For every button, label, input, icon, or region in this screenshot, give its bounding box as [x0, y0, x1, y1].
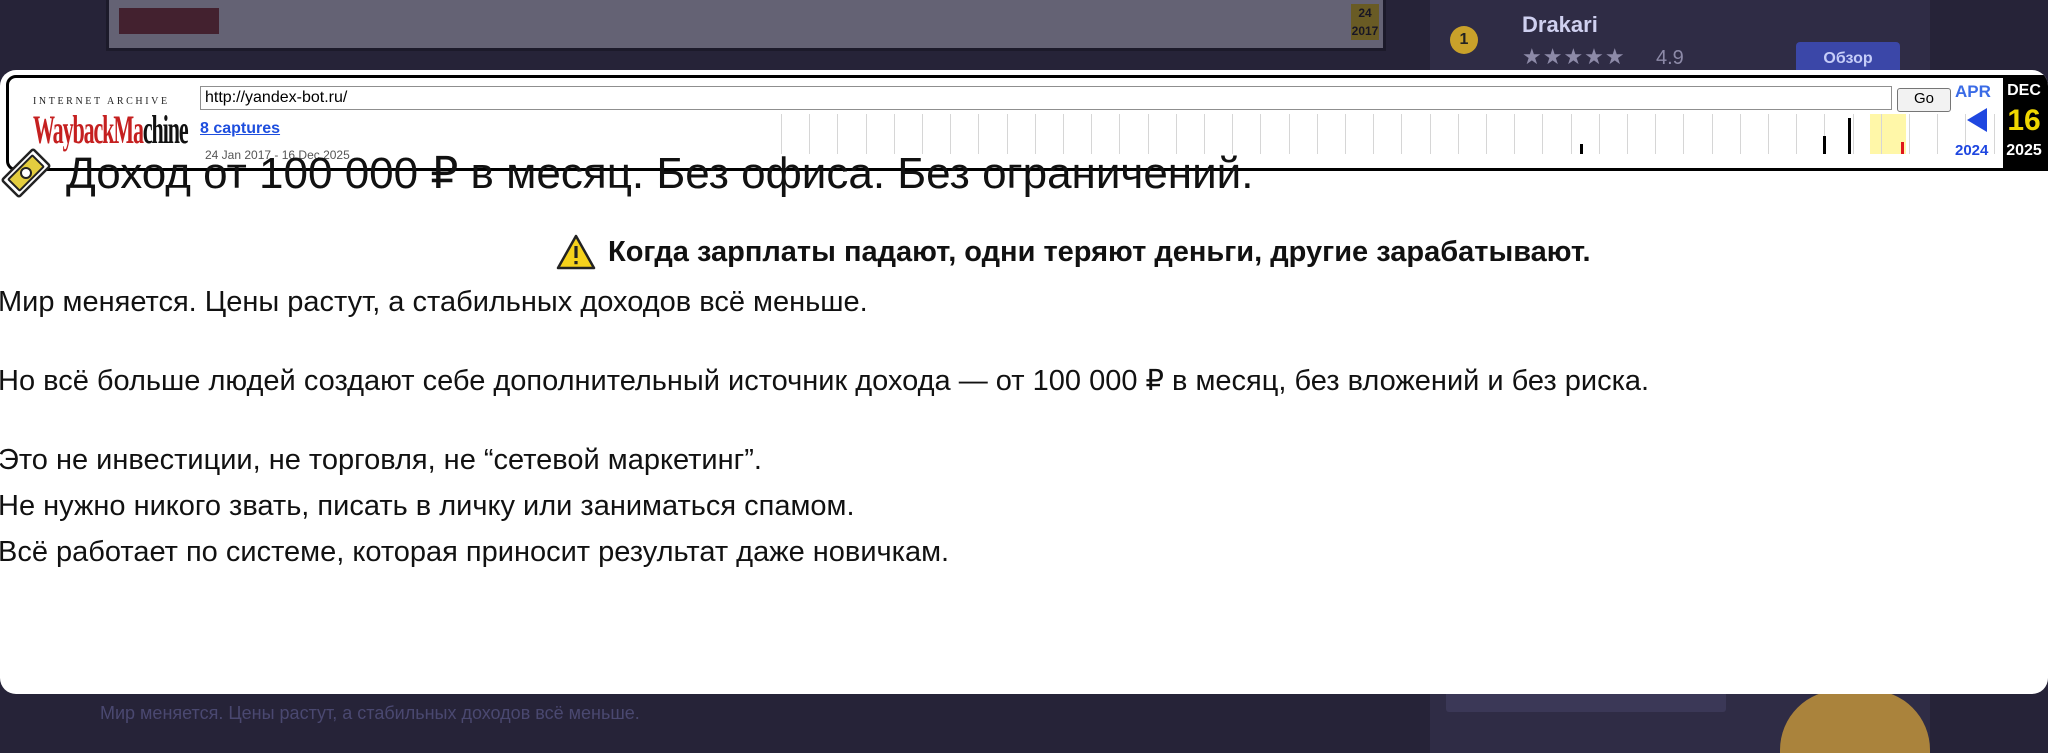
current-day: 16: [2007, 104, 2041, 137]
prev-capture-arrow-icon[interactable]: [1967, 108, 1987, 132]
timeline-capture-tick[interactable]: [1823, 136, 1826, 154]
timeline-month-gridline: [1712, 114, 1713, 154]
timeline-month-gridline: [1514, 114, 1515, 154]
paragraph-3-line-2: Не нужно никого звать, писать в личку ил…: [0, 490, 855, 522]
current-capture-date: DEC 16 2025: [2003, 78, 2045, 168]
timeline-capture-tick[interactable]: [1848, 118, 1851, 154]
timeline-month-gridline: [1373, 114, 1374, 154]
page-headline: Доход от 100 000 ₽ в месяц. Без офиса. Б…: [66, 148, 1254, 198]
prev-capture-month[interactable]: APR: [1955, 82, 1991, 102]
timeline-month-gridline: [1345, 114, 1346, 154]
background-stars: ★★★★★: [1522, 44, 1626, 69]
background-wayback-logo: [119, 8, 219, 34]
prev-capture-year[interactable]: 2024: [1955, 142, 1988, 159]
warning-text: Когда зарплаты падают, одни теряют деньг…: [608, 235, 1591, 268]
warning-icon: [556, 234, 596, 270]
content-panel: INTERNET ARCHIVE WaybackMachine Go 8 cap…: [0, 70, 2048, 694]
current-year: 2025: [2006, 142, 2042, 159]
timeline-month-gridline: [1937, 114, 1938, 154]
paragraph-1: Мир меняется. Цены растут, а стабильных …: [0, 286, 868, 318]
timeline-month-gridline: [1571, 114, 1572, 154]
timeline-capture-tick[interactable]: [1580, 144, 1583, 154]
background-hand-image: [1780, 690, 1930, 753]
money-bill-icon: [1, 148, 51, 198]
timeline-month-gridline: [1599, 114, 1600, 154]
timeline-month-gridline: [1853, 114, 1854, 154]
paragraph-2: Но всё больше людей создают себе дополни…: [0, 365, 1650, 397]
timeline-month-gridline: [1627, 114, 1628, 154]
timeline-month-gridline: [1486, 114, 1487, 154]
wayback-machine-wordmark: WaybackMachine: [33, 110, 189, 150]
paragraph-3-line-1: Это не инвестиции, не торговля, не “сете…: [0, 444, 762, 476]
timeline-month-gridline: [1430, 114, 1431, 154]
timeline-month-gridline: [1458, 114, 1459, 154]
timeline-month-gridline: [1683, 114, 1684, 154]
timeline-month-gridline: [1994, 114, 1995, 154]
internet-archive-label: INTERNET ARCHIVE: [33, 96, 170, 107]
timeline-month-gridline: [1740, 114, 1741, 154]
background-rating: 4.9: [1656, 47, 1684, 69]
wayback-url-input[interactable]: [200, 86, 1892, 110]
headline-row: Доход от 100 000 ₽ в месяц. Без офиса. Б…: [0, 145, 1253, 201]
timeline-month-gridline: [1655, 114, 1656, 154]
paragraph-3-line-3: Всё работает по системе, которая приноси…: [0, 536, 950, 568]
captures-link[interactable]: 8 captures: [200, 120, 280, 138]
background-date-badge: 24 2017: [1351, 4, 1379, 40]
timeline-month-gridline: [1909, 114, 1910, 154]
timeline-month-gridline: [1768, 114, 1769, 154]
timeline-month-gridline: [1289, 114, 1290, 154]
timeline-month-gridline: [1881, 114, 1882, 154]
background-casino-name: Drakari: [1522, 12, 1598, 37]
go-button[interactable]: Go: [1897, 88, 1951, 112]
background-rank-badge: 1: [1450, 26, 1478, 54]
timeline-month-gridline: [1317, 114, 1318, 154]
timeline-month-gridline: [1260, 114, 1261, 154]
timeline-month-gridline: [1796, 114, 1797, 154]
current-capture-marker: [1901, 142, 1904, 154]
warning-row: Когда зарплаты падают, одни теряют деньг…: [556, 232, 1591, 272]
background-footer-text: Мир меняется. Цены растут, а стабильных …: [100, 703, 640, 723]
current-month: DEC: [2007, 82, 2041, 99]
timeline-month-gridline: [1401, 114, 1402, 154]
timeline-month-gridline: [1542, 114, 1543, 154]
background-wayback-toolbar: 24 2017: [106, 0, 1386, 51]
